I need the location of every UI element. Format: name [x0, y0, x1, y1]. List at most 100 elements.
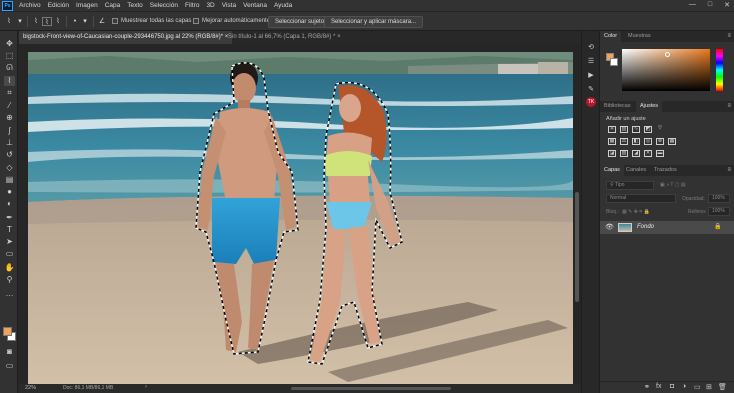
color-balance-icon[interactable]: ⚖ [620, 138, 628, 145]
hue-slider[interactable] [716, 49, 723, 91]
new-group-icon[interactable]: ▭ [694, 383, 701, 391]
black-white-icon[interactable]: ◧ [632, 138, 640, 145]
fx-icon[interactable]: fx [656, 383, 661, 390]
panel-menu-icon[interactable]: ≡ [727, 31, 731, 42]
subtract-from-selection-icon[interactable]: ⌇ [53, 17, 63, 26]
close-icon[interactable]: × [337, 34, 341, 40]
document-canvas[interactable] [28, 52, 573, 385]
tab-libraries[interactable]: Bibliotecas [600, 101, 635, 112]
eyedropper-icon[interactable]: ⁄ [4, 101, 15, 111]
color-lookup-icon[interactable]: ▦ [668, 138, 676, 145]
fill-input[interactable]: 100% [708, 207, 730, 216]
tab-layers[interactable]: Capas [600, 165, 624, 176]
screen-mode-icon[interactable]: ▭ [4, 361, 15, 371]
exposure-icon[interactable]: ◩ [644, 126, 652, 133]
menu-seleccion[interactable]: Selección [150, 2, 178, 9]
menu-capa[interactable]: Capa [105, 2, 121, 9]
invert-icon[interactable]: ◪ [608, 150, 616, 157]
blend-mode-select[interactable]: Normal [606, 194, 676, 203]
brush-size-icon[interactable]: • [70, 17, 80, 26]
brush-icon[interactable]: ∫ [4, 126, 15, 136]
panel-menu-icon[interactable]: ≡ [727, 101, 731, 112]
tab-paths[interactable]: Trazados [650, 165, 681, 176]
link-layers-icon[interactable]: ⚭ [644, 383, 650, 391]
quick-selection-icon[interactable]: ⌇ [4, 76, 15, 86]
color-picker-handle[interactable] [665, 52, 670, 57]
quick-selection-tool-icon[interactable]: ⌇ [4, 17, 14, 26]
tab-active-document[interactable]: bigstock-Front-view-of-Caucasian-couple-… [19, 31, 233, 44]
menu-ventana[interactable]: Ventana [243, 2, 267, 9]
gradient-map-icon[interactable]: ▬ [656, 150, 664, 157]
eye-icon[interactable]: 👁 [605, 223, 614, 231]
gradient-icon[interactable]: ▤ [4, 175, 15, 185]
delete-layer-icon[interactable]: 🗑 [718, 383, 727, 391]
scroll-thumb[interactable] [575, 192, 579, 302]
menu-edicion[interactable]: Edición [48, 2, 69, 9]
status-arrow-icon[interactable]: › [145, 384, 147, 390]
auto-enhance-checkbox[interactable] [193, 18, 199, 24]
horizontal-scroll-thumb[interactable] [291, 387, 451, 390]
tab-adjustments[interactable]: Ajustes [636, 101, 663, 112]
sample-all-layers-checkbox[interactable] [112, 18, 118, 24]
posterize-icon[interactable]: ▨ [620, 150, 628, 157]
history-icon[interactable]: ⟲ [586, 43, 596, 53]
tab-channels[interactable]: Canales [622, 165, 650, 176]
select-subject-button[interactable]: Seleccionar sujeto [268, 16, 332, 28]
more-tools-icon[interactable]: … [4, 289, 15, 299]
plugin-tk-icon[interactable]: TK [586, 97, 596, 107]
vertical-scrollbar[interactable] [573, 44, 581, 385]
maximize-icon[interactable]: □ [708, 1, 712, 9]
layer-name[interactable]: Fondo [637, 224, 654, 230]
brightness-contrast-icon[interactable]: ☀ [608, 126, 616, 133]
add-mask-icon[interactable]: ◘ [670, 383, 674, 390]
clone-stamp-icon[interactable]: ⊥ [4, 138, 15, 148]
blur-icon[interactable]: ● [4, 187, 15, 197]
filter-pixel-icon[interactable]: ▣ ◑ T ▢ ▤ [660, 182, 686, 188]
properties-icon[interactable]: ☰ [586, 57, 596, 67]
menu-filtro[interactable]: Filtro [185, 2, 199, 9]
hand-icon[interactable]: ✋ [4, 263, 15, 273]
path-selection-icon[interactable]: ➤ [4, 237, 15, 247]
play-action-icon[interactable]: ▶ [586, 71, 596, 81]
channel-mixer-icon[interactable]: ⊕ [656, 138, 664, 145]
layer-row[interactable]: 👁 Fondo 🔒 [600, 221, 734, 234]
brush-size-chevron-icon[interactable]: ▾ [80, 17, 90, 26]
menu-imagen[interactable]: Imagen [76, 2, 98, 9]
healing-brush-icon[interactable]: ⊕ [4, 113, 15, 123]
new-layer-icon[interactable]: ⊞ [706, 383, 712, 391]
eraser-icon[interactable]: ◇ [4, 163, 15, 173]
close-icon[interactable]: ✕ [724, 1, 730, 9]
move-icon[interactable]: ✥ [4, 39, 15, 49]
brush-settings-icon[interactable]: ✎ [586, 85, 596, 95]
angle-icon[interactable]: ∠ [97, 17, 107, 26]
lasso-icon[interactable]: ᘏ [4, 63, 15, 73]
history-brush-icon[interactable]: ↺ [4, 150, 15, 160]
zoom-level[interactable]: 22% [25, 385, 36, 391]
dodge-icon[interactable]: ◐ [4, 199, 15, 209]
menu-vista[interactable]: Vista [222, 2, 236, 9]
tool-preset-chevron-icon[interactable]: ▾ [15, 17, 25, 26]
tab-color[interactable]: Color [600, 31, 622, 42]
photo-filter-icon[interactable]: ◎ [644, 138, 652, 145]
foreground-color-swatch[interactable] [3, 327, 12, 336]
zoom-icon[interactable]: ⚲ [4, 275, 15, 285]
adjustment-layer-icon[interactable]: ◑ [682, 383, 686, 390]
vibrance-icon[interactable]: ▽ [656, 126, 664, 133]
menu-archivo[interactable]: Archivo [19, 2, 41, 9]
tab-swatches[interactable]: Muestras [624, 31, 655, 42]
new-selection-icon[interactable]: ⌇ [31, 17, 41, 26]
menu-texto[interactable]: Texto [127, 2, 143, 9]
crop-icon[interactable]: ⌗ [4, 88, 15, 98]
opacity-input[interactable]: 100% [708, 194, 730, 203]
layer-filter-select[interactable]: ⚲ Tipo [606, 181, 654, 190]
add-to-selection-icon[interactable]: ⌇ [42, 17, 52, 26]
color-field[interactable] [622, 49, 710, 91]
type-icon[interactable]: T [4, 225, 15, 235]
select-and-mask-button[interactable]: Seleccionar y aplicar máscara... [324, 16, 424, 28]
tab-document-2[interactable]: Sin título-1 al 66,7% (Capa 1, RGB/8#) *… [224, 31, 345, 44]
panel-menu-icon[interactable]: ≡ [727, 165, 731, 176]
curves-icon[interactable]: ∿ [632, 126, 640, 133]
lock-options-icon[interactable]: ▦ ✎ ✥ ⌗ 🔒 [622, 209, 650, 215]
quick-mask-icon[interactable]: ◙ [4, 347, 15, 357]
marquee-icon[interactable]: ⬚ [4, 51, 15, 61]
